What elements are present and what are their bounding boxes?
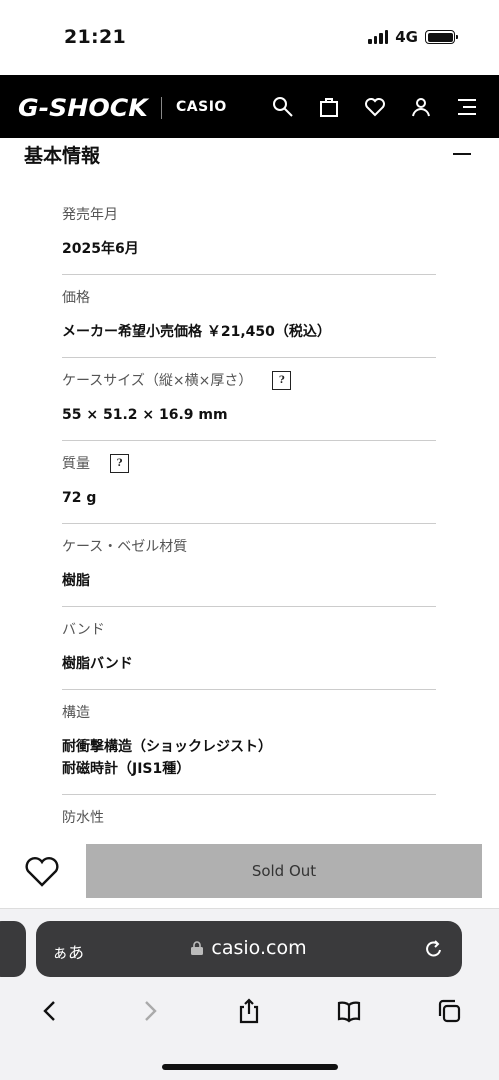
spec-row: 構造耐衝撃構造（ショックレジスト） 耐磁時計（JIS1種） <box>62 690 436 795</box>
sold-out-button[interactable]: Sold Out <box>86 844 482 898</box>
spec-label: バンド <box>62 619 436 639</box>
spec-row: 発売年月 2025年6月 <box>62 192 436 275</box>
url-text: casio.com <box>211 937 307 959</box>
home-indicator[interactable] <box>162 1064 338 1070</box>
previous-tab-preview[interactable] <box>0 921 26 977</box>
browser-chrome: ぁあ casio.com <box>0 908 499 1080</box>
account-icon[interactable] <box>407 93 435 121</box>
section-title: 基本情報 <box>24 145 101 167</box>
spec-row: ケースサイズ（縦×横×厚さ）? 55 × 51.2 × 16.9 mm <box>62 358 436 441</box>
menu-icon[interactable] <box>453 93 481 121</box>
status-time: 21:21 <box>64 26 126 48</box>
gshock-logo[interactable]: G-SHOCK <box>18 94 148 122</box>
spec-label: 発売年月 <box>62 204 436 224</box>
site-header: G-SHOCK CASIO <box>0 75 499 138</box>
share-icon[interactable] <box>200 989 300 1033</box>
basic-info-header[interactable]: 基本情報 <box>24 141 475 173</box>
spec-row: 質量? 72 g <box>62 441 436 524</box>
spec-label-text: 防水性 <box>62 810 104 826</box>
spec-label: 価格 <box>62 287 436 307</box>
signal-icon <box>368 30 389 44</box>
forward-icon[interactable] <box>100 989 200 1033</box>
spec-label: 防水性 <box>62 807 436 827</box>
spec-value: 耐衝撃構造（ショックレジスト） 耐磁時計（JIS1種） <box>62 739 272 777</box>
favorite-heart-icon[interactable] <box>24 856 60 888</box>
search-icon[interactable] <box>269 93 297 121</box>
back-icon[interactable] <box>0 989 100 1033</box>
spec-value: 樹脂 <box>62 573 90 589</box>
shopping-bag-icon[interactable] <box>315 93 343 121</box>
spec-label: 質量? <box>62 453 436 473</box>
heart-icon[interactable] <box>361 93 389 121</box>
status-bar: 21:21 4G <box>0 0 499 75</box>
casio-logo[interactable]: CASIO <box>176 99 227 115</box>
spec-row: 価格メーカー希望小売価格 ￥21,450（税込） <box>62 275 436 358</box>
spec-label-text: ケースサイズ（縦×横×厚さ） <box>62 373 253 389</box>
spec-label: 構造 <box>62 702 436 722</box>
spec-label: ケース・ベゼル材質 <box>62 536 436 556</box>
address-bar[interactable]: ぁあ casio.com <box>36 921 462 977</box>
spec-label-text: バンド <box>62 622 105 638</box>
spec-label-text: 質量 <box>62 456 90 472</box>
lock-icon <box>191 941 204 955</box>
spec-value: 2025年6月 <box>62 241 139 257</box>
collapse-icon[interactable] <box>453 153 471 155</box>
spec-value: 樹脂バンド <box>62 656 133 672</box>
spec-row: ケース・ベゼル材質 樹脂 <box>62 524 436 607</box>
spec-value: 55 × 51.2 × 16.9 mm <box>62 407 228 423</box>
reload-icon[interactable] <box>422 937 446 961</box>
spec-label-text: 構造 <box>62 705 90 721</box>
bookmarks-icon[interactable] <box>299 989 399 1033</box>
spec-label: ケースサイズ（縦×横×厚さ）? <box>62 370 436 390</box>
browser-toolbar <box>0 989 499 1033</box>
spec-label-text: 価格 <box>62 290 90 306</box>
tabs-icon[interactable] <box>399 989 499 1033</box>
spec-value: 72 g <box>62 490 97 506</box>
spec-value: メーカー希望小売価格 ￥21,450（税込） <box>62 324 331 340</box>
help-icon[interactable]: ? <box>272 370 292 390</box>
action-bar: Sold Out <box>0 838 499 908</box>
logo-divider <box>161 97 162 119</box>
network-type: 4G <box>395 28 418 46</box>
battery-icon <box>425 30 458 44</box>
spec-label-text: 発売年月 <box>62 207 118 223</box>
spec-label-text: ケース・ベゼル材質 <box>62 539 188 555</box>
spec-list: 発売年月 2025年6月 価格 メーカー希望小売価格 ￥21,450（税込） ケースサイ… <box>62 192 436 877</box>
spec-row: バンド 樹脂バンド <box>62 607 436 690</box>
help-icon[interactable]: ? <box>110 453 129 473</box>
